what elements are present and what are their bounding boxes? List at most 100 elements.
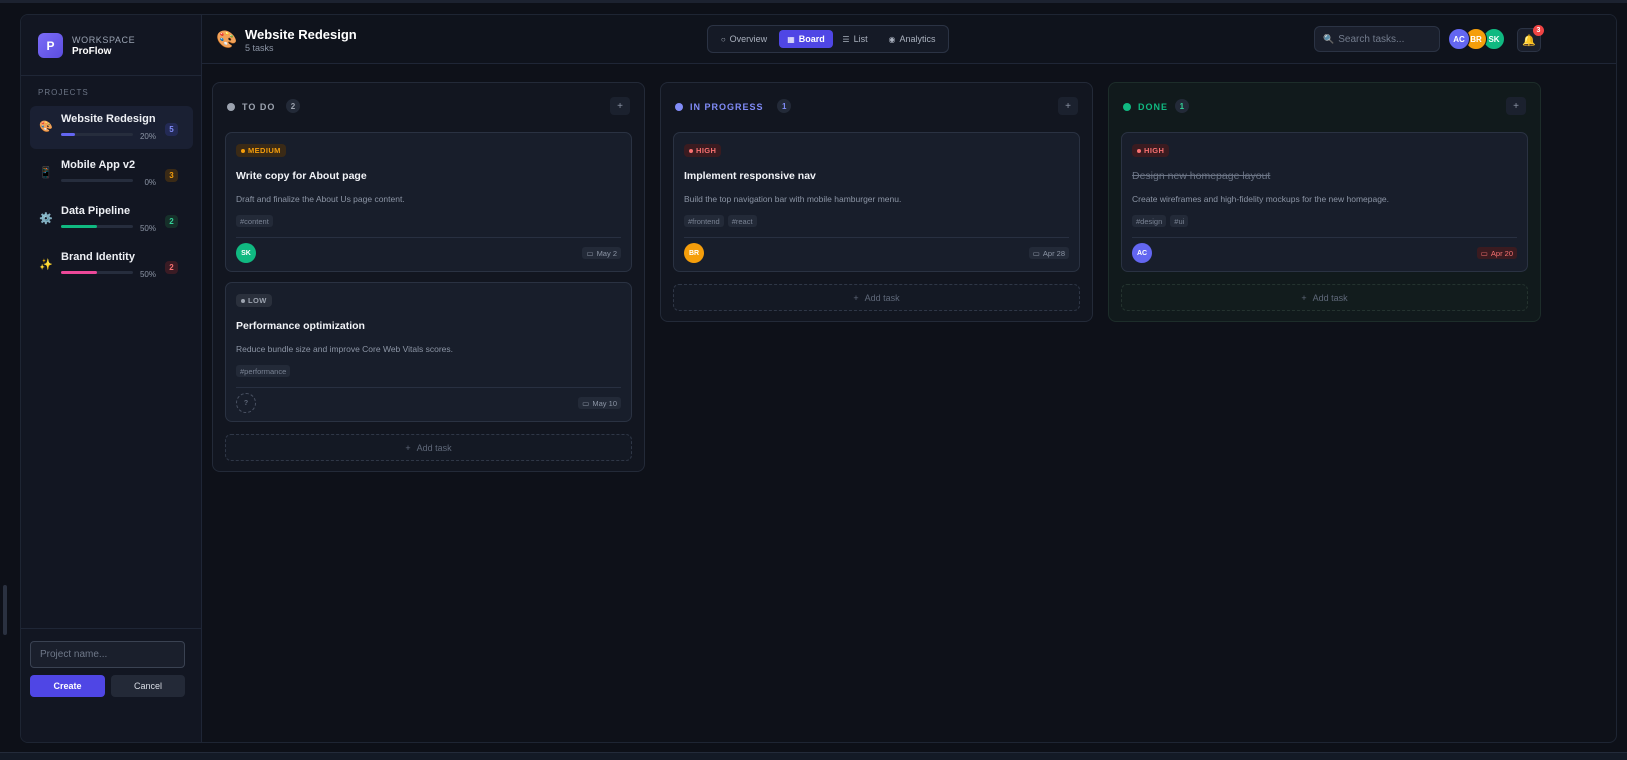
add-task-button[interactable]: + Add task <box>1121 284 1528 311</box>
due-date-label: Apr 28 <box>1042 248 1065 258</box>
due-date: ▭ Apr 28 <box>1028 247 1069 259</box>
card-divider <box>236 387 621 388</box>
add-task-button[interactable]: + Add task <box>225 434 632 461</box>
avatar[interactable]: AC <box>1448 28 1470 50</box>
project-progress-label: 50% <box>139 270 156 279</box>
tag[interactable]: #design <box>1132 215 1167 227</box>
tab-label: List <box>853 34 868 44</box>
sidebar-item-project[interactable]: 🎨 Website Redesign 20% 5 <box>30 106 193 149</box>
search-icon: 🔍 <box>1323 33 1335 44</box>
palette-icon: 🎨 <box>216 30 238 49</box>
tag[interactable]: #frontend <box>684 215 724 227</box>
task-tags: #frontend #react <box>684 215 757 227</box>
add-card-button[interactable]: + <box>610 97 630 115</box>
projects-section-label: PROJECTS <box>38 88 89 97</box>
tag[interactable]: #content <box>236 215 273 227</box>
tab-list[interactable]: ☰ List <box>835 30 875 48</box>
column-status-dot <box>1123 103 1131 111</box>
task-card[interactable]: HIGH Implement responsive nav Build the to… <box>673 132 1080 272</box>
task-title: Performance optimization <box>236 320 365 332</box>
project-progress-bar <box>61 225 133 228</box>
due-date-label: Apr 20 <box>1490 248 1513 258</box>
tab-overview[interactable]: ○ Overview <box>712 30 776 48</box>
priority-label: HIGH <box>696 146 717 155</box>
column-done: DONE 1 + HIGH Design new homepage layout Crea… <box>1108 82 1541 322</box>
column-count-badge: 1 <box>777 99 792 113</box>
brand: P WORKSPACE ProFlow <box>38 33 135 58</box>
project-progress-fill <box>61 271 97 274</box>
project-progress-bar <box>61 271 133 274</box>
app-window: P WORKSPACE ProFlow PROJECTS 🎨 Website Re… <box>20 14 1617 743</box>
sidebar-item-project[interactable]: ✨ Brand Identity 50% 2 <box>30 244 193 287</box>
create-project-button[interactable]: Create <box>30 675 105 697</box>
task-card[interactable]: MEDIUM Write copy for About page Draft and… <box>225 132 632 272</box>
sidebar: P WORKSPACE ProFlow PROJECTS 🎨 Website Re… <box>21 15 202 742</box>
project-task-count: 3 <box>165 169 178 182</box>
view-tabs: ○ Overview ▦ Board ☰ List ◉ Analytics <box>707 25 949 53</box>
divider <box>21 75 202 76</box>
task-tags: #performance <box>236 365 291 377</box>
tab-board-icon: ▦ <box>787 34 795 44</box>
column-title: TO DO <box>242 102 276 112</box>
task-description: Create wireframes and high-fidelity mock… <box>1132 194 1390 204</box>
assignee-avatar[interactable]: SK <box>236 243 256 263</box>
column-in-progress: IN PROGRESS 1 + HIGH Implement responsive na… <box>660 82 1093 322</box>
task-title: Implement responsive nav <box>684 170 816 182</box>
page-title: Website Redesign <box>245 27 357 42</box>
priority-badge: LOW <box>236 294 272 307</box>
search-box[interactable]: 🔍 <box>1314 26 1440 52</box>
task-title: Write copy for About page <box>236 170 367 182</box>
window-bottom-edge <box>0 752 1627 760</box>
workspace-label: WORKSPACE <box>72 34 136 45</box>
tag[interactable]: #performance <box>236 365 291 377</box>
add-task-button[interactable]: + Add task <box>673 284 1080 311</box>
sidebar-item-project[interactable]: ⚙️ Data Pipeline 50% 2 <box>30 198 193 241</box>
task-description: Build the top navigation bar with mobile… <box>684 194 902 204</box>
assignee-avatar[interactable]: BR <box>684 243 704 263</box>
task-description: Draft and finalize the About Us page con… <box>236 194 405 204</box>
palette-icon: 🎨 <box>39 121 53 133</box>
task-card[interactable]: LOW Performance optimization Reduce bundle… <box>225 282 632 422</box>
tab-overview-icon: ○ <box>720 34 726 44</box>
priority-dot-icon <box>1137 148 1141 153</box>
tag[interactable]: #ui <box>1170 215 1189 227</box>
project-progress-label: 0% <box>144 178 156 187</box>
project-name: Brand Identity <box>61 251 135 263</box>
priority-dot-icon <box>241 148 245 153</box>
card-divider <box>236 237 621 238</box>
notification-badge: 3 <box>1533 25 1544 36</box>
phone-icon: 📱 <box>39 167 53 179</box>
assignee-avatar[interactable]: AC <box>1132 243 1152 263</box>
priority-dot-icon <box>689 148 693 153</box>
gear-icon: ⚙️ <box>39 213 53 225</box>
column-title: DONE <box>1138 102 1169 112</box>
header: 🎨 Website Redesign 5 tasks ○ Overview ▦ Boa… <box>202 15 1616 64</box>
cancel-button[interactable]: Cancel <box>111 675 185 697</box>
add-card-button[interactable]: + <box>1058 97 1078 115</box>
priority-label: MEDIUM <box>248 146 281 155</box>
scrollbar[interactable] <box>3 585 7 635</box>
tab-analytics[interactable]: ◉ Analytics <box>878 30 946 48</box>
divider <box>21 628 202 629</box>
priority-badge: MEDIUM <box>236 144 286 157</box>
project-progress-fill <box>61 133 76 136</box>
add-task-label: Add task <box>416 442 452 453</box>
tag[interactable]: #react <box>727 215 757 227</box>
priority-label: HIGH <box>1144 146 1165 155</box>
priority-label: LOW <box>248 296 267 305</box>
task-title: Design new homepage layout <box>1132 170 1271 182</box>
sidebar-item-project[interactable]: 📱 Mobile App v2 0% 3 <box>30 152 193 195</box>
search-input[interactable] <box>1338 33 1431 45</box>
priority-badge: HIGH <box>684 144 722 157</box>
task-card[interactable]: HIGH Design new homepage layout Create wir… <box>1121 132 1528 272</box>
plus-icon: + <box>1301 292 1307 303</box>
calendar-icon: ▭ <box>586 248 594 258</box>
plus-icon: + <box>405 442 411 453</box>
column-status-dot <box>227 103 235 111</box>
tab-board[interactable]: ▦ Board <box>779 30 833 48</box>
tab-analytics-icon: ◉ <box>888 34 896 44</box>
add-card-button[interactable]: + <box>1506 97 1526 115</box>
project-name-input[interactable] <box>30 641 185 668</box>
tab-label: Overview <box>729 34 768 44</box>
assignee-avatar[interactable]: ? <box>236 393 256 413</box>
